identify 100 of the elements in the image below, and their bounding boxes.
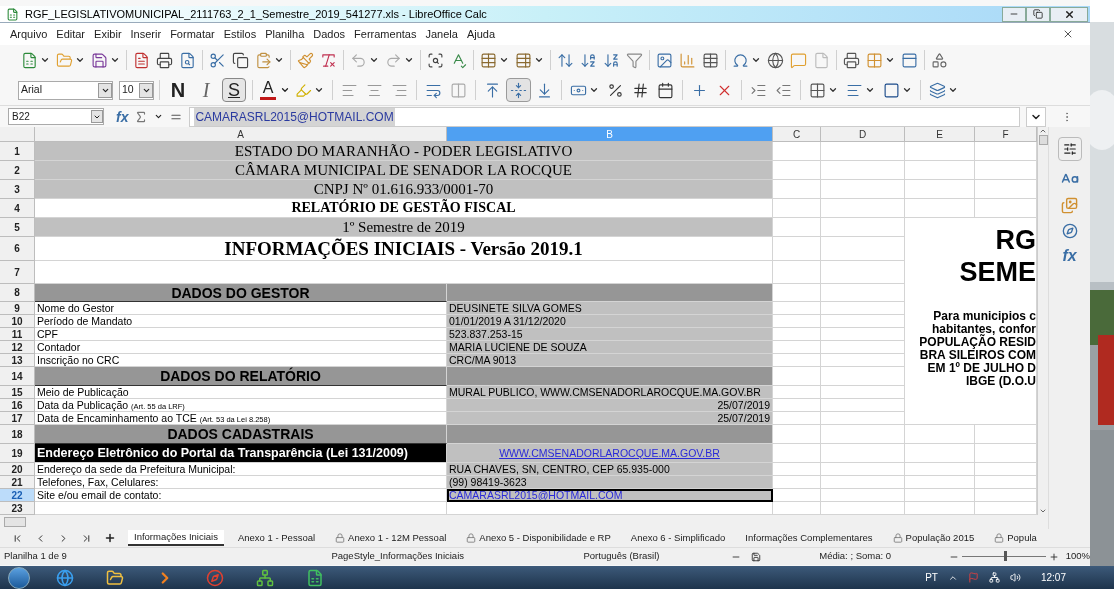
print-icon bbox=[156, 51, 173, 69]
font-name-field[interactable]: Arial bbox=[18, 80, 113, 100]
restore-icon bbox=[1033, 9, 1043, 19]
row-header[interactable]: 13 bbox=[0, 354, 35, 367]
menu-item[interactable]: Formatar bbox=[170, 25, 215, 43]
menu-item[interactable]: Janela bbox=[425, 25, 458, 43]
function-wizard-button[interactable]: fx bbox=[116, 109, 129, 124]
italic-button[interactable]: I bbox=[194, 78, 218, 102]
horizontal-scrollbar[interactable] bbox=[0, 515, 1048, 529]
column-header[interactable]: D bbox=[821, 127, 905, 142]
close-button[interactable] bbox=[1050, 6, 1088, 22]
underline-button[interactable]: S bbox=[222, 78, 246, 102]
font-size-field[interactable]: 10 bbox=[119, 80, 154, 100]
name-box[interactable]: B22 bbox=[8, 108, 104, 125]
column-header[interactable]: A bbox=[35, 127, 447, 142]
align-middle-button[interactable] bbox=[506, 78, 531, 102]
menu-item[interactable]: Estilos bbox=[223, 25, 257, 43]
row-header[interactable]: 10 bbox=[0, 315, 35, 328]
maximize-button[interactable] bbox=[1026, 6, 1050, 22]
row-header[interactable]: 11 bbox=[0, 328, 35, 341]
start-button[interactable] bbox=[8, 566, 30, 589]
row-header[interactable]: 20 bbox=[0, 463, 35, 476]
corner-cell[interactable] bbox=[0, 127, 35, 142]
row-header[interactable]: 21 bbox=[0, 476, 35, 489]
row-header[interactable]: 19 bbox=[0, 444, 35, 463]
row-header[interactable]: 7 bbox=[0, 261, 35, 284]
clock[interactable]: 12:07 bbox=[1040, 570, 1066, 585]
navigator-icon[interactable] bbox=[1061, 223, 1078, 239]
browser-icon[interactable] bbox=[206, 568, 224, 587]
first-sheet-icon[interactable] bbox=[12, 532, 23, 544]
row-header[interactable]: 18 bbox=[0, 425, 35, 444]
row-header[interactable]: 9 bbox=[0, 302, 35, 315]
scroll-thumb[interactable] bbox=[4, 517, 26, 527]
row-header[interactable]: 1 bbox=[0, 142, 35, 161]
caret-icon bbox=[110, 55, 120, 65]
row-header[interactable]: 14 bbox=[0, 367, 35, 386]
lock-icon bbox=[994, 533, 1005, 543]
scroll-thumb[interactable] bbox=[1038, 135, 1048, 145]
column-header[interactable]: E bbox=[905, 127, 975, 142]
sheet-tab[interactable]: População 2015 bbox=[886, 530, 981, 546]
menu-item[interactable]: Inserir bbox=[130, 25, 162, 43]
row-header[interactable]: 22 bbox=[0, 489, 35, 502]
browser-icon[interactable] bbox=[56, 568, 74, 587]
gallery-icon[interactable] bbox=[1061, 197, 1078, 214]
row-header[interactable]: 6 bbox=[0, 237, 35, 261]
row-header[interactable]: 15 bbox=[0, 386, 35, 399]
folder-icon[interactable] bbox=[106, 568, 124, 587]
row-header[interactable]: 16 bbox=[0, 399, 35, 412]
cell-text: Período de Mandato bbox=[37, 315, 133, 327]
cell-text: Inscrição no CRC bbox=[37, 354, 120, 366]
row-header[interactable]: 4 bbox=[0, 199, 35, 218]
column-header[interactable]: F bbox=[975, 127, 1037, 142]
formula-input[interactable]: CAMARASRL2015@HOTMAIL.COM bbox=[189, 106, 1020, 127]
menu-item[interactable]: Exibir bbox=[94, 25, 122, 43]
menu-item[interactable]: Arquivo bbox=[10, 25, 48, 43]
close-icon[interactable] bbox=[1062, 28, 1074, 40]
sheet-tab[interactable]: Anexo 6 - Simplificado bbox=[624, 530, 732, 546]
row-header[interactable]: 17 bbox=[0, 412, 35, 425]
save-icon bbox=[91, 51, 108, 69]
expand-button[interactable] bbox=[1026, 106, 1046, 127]
sheet-tab[interactable]: Anexo 5 - Disponibilidade e RP bbox=[460, 530, 617, 546]
functions-button[interactable]: fx bbox=[1062, 248, 1077, 264]
last-sheet-icon[interactable] bbox=[81, 532, 92, 544]
table-cell: 25/07/2019 bbox=[447, 399, 773, 412]
sheet-tab[interactable]: Informações Iniciais bbox=[128, 530, 224, 546]
menu-item[interactable]: Planilha bbox=[265, 25, 305, 43]
bold-button[interactable]: N bbox=[166, 78, 190, 102]
spreadsheet-icon[interactable] bbox=[306, 568, 324, 587]
link-cell: CAMARASRL2015@HOTMAIL.COM bbox=[447, 489, 773, 502]
app-icon[interactable] bbox=[256, 568, 274, 587]
vertical-scrollbar[interactable] bbox=[1037, 127, 1048, 515]
row-header[interactable]: 8 bbox=[0, 284, 35, 302]
row-header[interactable]: 3 bbox=[0, 180, 35, 199]
caret-icon[interactable] bbox=[280, 85, 290, 95]
font-color-button[interactable]: A bbox=[258, 78, 278, 102]
add-sheet-icon[interactable] bbox=[104, 532, 116, 544]
sheet-tab[interactable]: Anexo 1 - Pessoal bbox=[231, 530, 322, 546]
row-header[interactable]: 5 bbox=[0, 218, 35, 237]
sheet-tab[interactable]: Anexo 1 - 12M Pessoal bbox=[329, 530, 453, 546]
sheet-tab[interactable]: Informações Complementares bbox=[739, 530, 879, 546]
menu-item[interactable]: Editar bbox=[56, 25, 86, 43]
align-bottom-icon bbox=[536, 81, 553, 99]
properties-button[interactable] bbox=[1057, 137, 1082, 161]
zoom-thumb[interactable] bbox=[1003, 551, 1007, 561]
side-title: SEME bbox=[959, 256, 1036, 288]
zoom-in-icon[interactable] bbox=[1048, 551, 1059, 562]
border-color-icon bbox=[883, 81, 900, 99]
caret-icon[interactable] bbox=[154, 112, 164, 121]
row-header[interactable]: 2 bbox=[0, 161, 35, 180]
speaker-icon[interactable] bbox=[1009, 572, 1021, 583]
menu-item[interactable]: Ferramentas bbox=[354, 25, 417, 43]
minimize-button[interactable] bbox=[1002, 6, 1026, 22]
row-header[interactable]: 12 bbox=[0, 341, 35, 354]
column-header[interactable]: C bbox=[773, 127, 821, 142]
menu-item[interactable]: Ajuda bbox=[466, 25, 495, 43]
sheet-tab[interactable]: Popula bbox=[988, 530, 1043, 546]
menu-item[interactable]: Dados bbox=[313, 25, 346, 43]
row-header[interactable]: 23 bbox=[0, 502, 35, 515]
network-icon[interactable] bbox=[988, 572, 1000, 583]
language-indicator[interactable]: PT bbox=[925, 570, 938, 585]
